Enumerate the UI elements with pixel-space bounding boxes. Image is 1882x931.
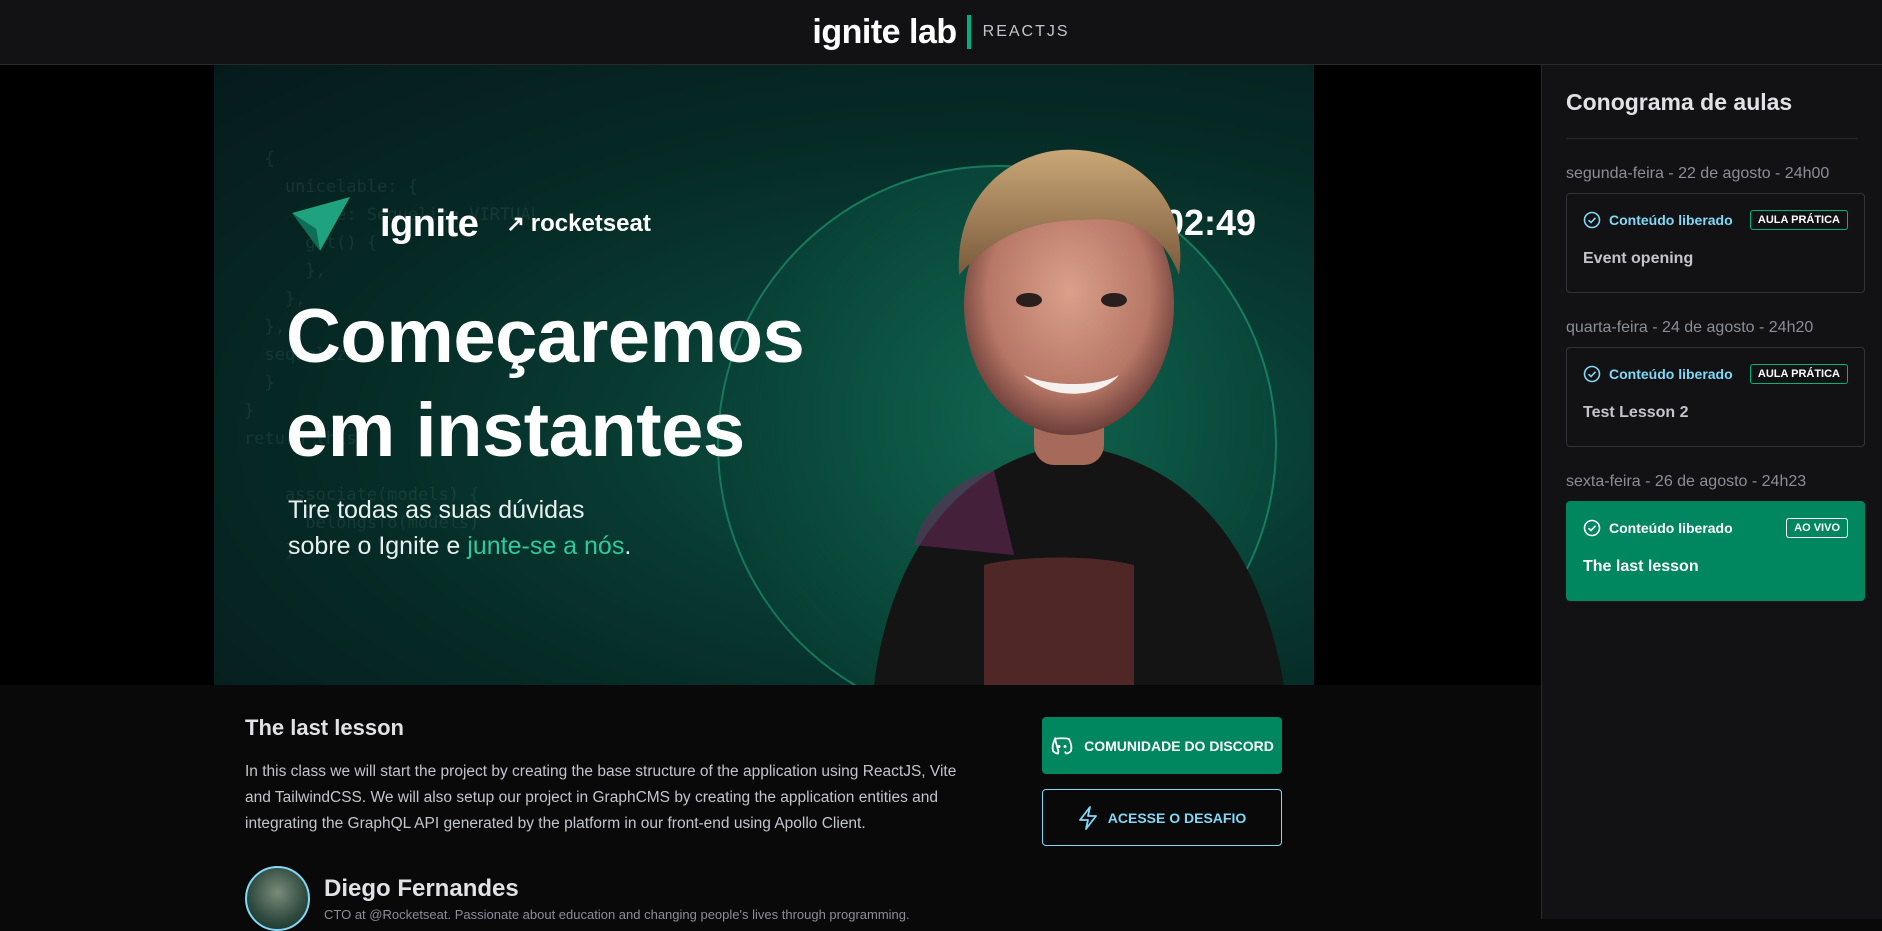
- lesson-status-label: Conteúdo liberado: [1609, 366, 1733, 382]
- lesson-card-title: The last lesson: [1583, 558, 1699, 575]
- author-name: Diego Fernandes: [324, 875, 519, 902]
- lesson-card-title: Event opening: [1583, 250, 1694, 267]
- subtitle-highlight: junte-se a nós: [467, 532, 625, 560]
- lesson-status: Conteúdo liberado: [1583, 365, 1733, 383]
- check-circle-icon: [1583, 365, 1601, 383]
- top-header: ignite lab REACTJS: [0, 0, 1882, 65]
- lesson-status: Conteúdo liberado: [1583, 519, 1733, 537]
- lightning-icon: [1078, 805, 1097, 830]
- video-player[interactable]: { unicelable: { type: Sequelize.VIRTUAL …: [214, 65, 1314, 685]
- lesson-status: Conteúdo liberado: [1583, 211, 1733, 229]
- discord-community-button[interactable]: COMUNIDADE DO DISCORD: [1042, 717, 1282, 774]
- lesson-type-badge: AULA PRÁTICA: [1749, 210, 1848, 230]
- lesson-card-header: Conteúdo liberado AULA PRÁTICA: [1583, 364, 1848, 384]
- rocket-icon: ↗: [506, 211, 525, 236]
- logo-wordmark: ignite lab: [812, 12, 957, 51]
- lesson-title: The last lesson: [245, 715, 404, 740]
- avatar: [245, 866, 310, 931]
- sidebar-title: Conograma de aulas: [1566, 89, 1858, 139]
- lesson-card-active[interactable]: Conteúdo liberado AO VIVO The last lesso…: [1566, 501, 1865, 601]
- discord-icon: [1051, 736, 1073, 754]
- lesson-type-badge: AO VIVO: [1786, 518, 1848, 538]
- lesson-card[interactable]: Conteúdo liberado AULA PRÁTICA Event ope…: [1566, 193, 1865, 293]
- lesson-schedule-sidebar: Conograma de aulas segunda-feira - 22 de…: [1541, 65, 1882, 919]
- lesson-card-header: Conteúdo liberado AO VIVO: [1583, 518, 1848, 538]
- logo-tag: REACTJS: [982, 23, 1070, 40]
- lesson-status-label: Conteúdo liberado: [1609, 520, 1733, 536]
- ignite-logo-icon: [292, 197, 350, 251]
- brand-ignite-text: ignite: [380, 202, 479, 245]
- author-bio: CTO at @Rocketseat. Passionate about edu…: [324, 907, 910, 922]
- lesson-date: segunda-feira - 22 de agosto - 24h00: [1566, 165, 1830, 182]
- lesson-type-badge: AULA PRÁTICA: [1749, 364, 1848, 384]
- video-brand: ignite ↗ rocketseat: [290, 195, 651, 253]
- brand-rocketseat-text: rocketseat: [530, 210, 651, 237]
- video-player-area: { unicelable: { type: Sequelize.VIRTUAL …: [0, 65, 1541, 685]
- lesson-date: sexta-feira - 26 de agosto - 24h23: [1566, 473, 1807, 490]
- logo-divider: [966, 15, 971, 49]
- subtitle-line-2: sobre o Ignite e junte-se a nós.: [288, 528, 631, 564]
- discord-button-label: COMUNIDADE DO DISCORD: [1084, 737, 1274, 754]
- check-circle-icon: [1583, 519, 1601, 537]
- subtitle-prefix: sobre o Ignite e: [288, 532, 468, 560]
- headline-line-1: Começaremos: [286, 294, 805, 379]
- presenter-photo: [874, 149, 1284, 685]
- lesson-description: In this class we will start the project …: [245, 763, 957, 832]
- lesson-status-label: Conteúdo liberado: [1609, 212, 1733, 228]
- challenge-button[interactable]: ACESSE O DESAFIO: [1042, 789, 1282, 846]
- lesson-card-title: Test Lesson 2: [1583, 404, 1689, 421]
- lesson-date: quarta-feira - 24 de agosto - 24h20: [1566, 319, 1814, 336]
- video-headline: Começaremos em instantes: [286, 290, 805, 478]
- check-circle-icon: [1583, 211, 1601, 229]
- headline-line-2: em instantes: [286, 388, 745, 473]
- lesson-info: The last lesson In this class we will st…: [245, 715, 965, 837]
- author-block: Diego Fernandes CTO at @Rocketseat. Pass…: [245, 866, 910, 931]
- author-text: Diego Fernandes CTO at @Rocketseat. Pass…: [324, 866, 910, 922]
- video-subtitle: Tire todas as suas dúvidas sobre o Ignit…: [288, 492, 631, 564]
- lesson-card-header: Conteúdo liberado AULA PRÁTICA: [1583, 210, 1848, 230]
- lesson-card[interactable]: Conteúdo liberado AULA PRÁTICA Test Less…: [1566, 347, 1865, 447]
- subtitle-line-1: Tire todas as suas dúvidas: [288, 496, 585, 524]
- challenge-button-label: ACESSE O DESAFIO: [1107, 809, 1247, 826]
- subtitle-suffix: .: [624, 532, 632, 560]
